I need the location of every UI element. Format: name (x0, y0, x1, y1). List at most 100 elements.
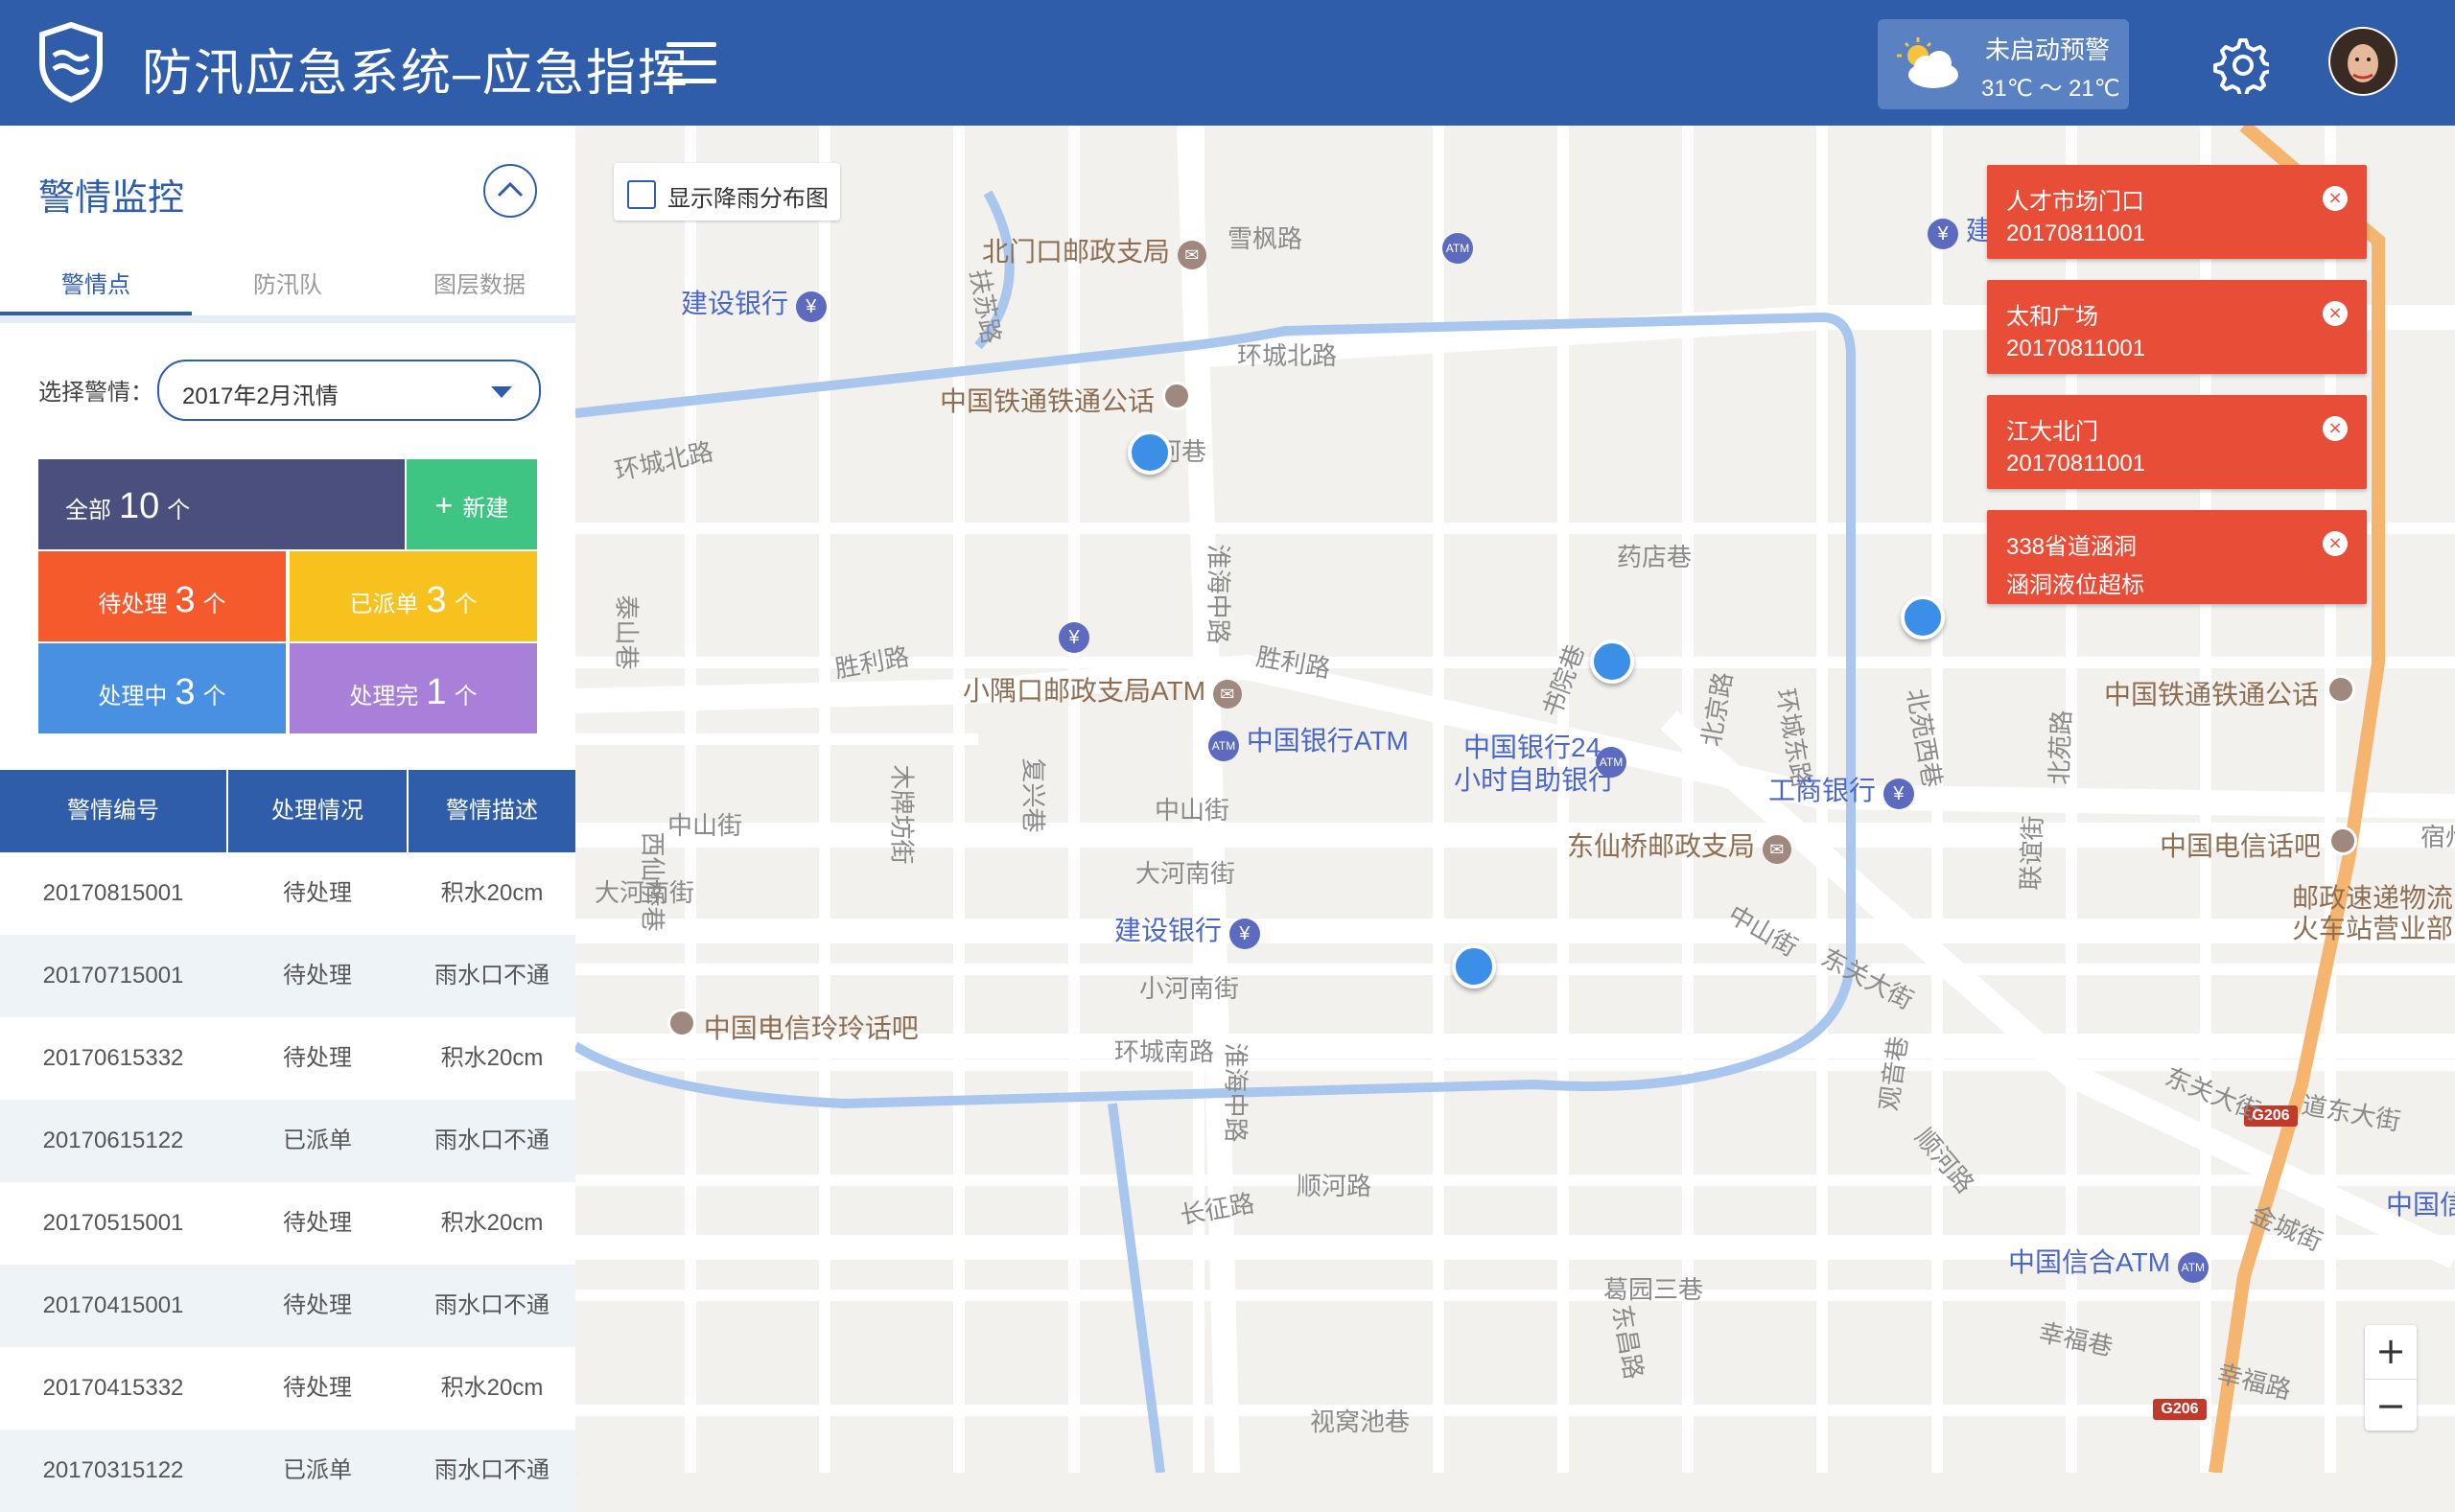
app-title: 防汛应急系统–应急指挥 (142, 46, 690, 102)
poi-post-office[interactable]: 东仙桥邮政支局 ✉ (1567, 826, 1791, 864)
collapse-button[interactable] (483, 164, 537, 218)
column-header[interactable]: 警情编号 (0, 770, 228, 852)
stat-unit: 个 (454, 684, 478, 709)
new-button[interactable]: + 新建 (407, 459, 537, 549)
alert-marker[interactable] (1128, 430, 1172, 475)
road-label: 泰山巷 (612, 594, 642, 670)
event-select[interactable]: 2017年2月汛情 (157, 360, 541, 421)
event-select-value: 2017年2月汛情 (182, 384, 339, 409)
alert-title: 人才市场门口 (2006, 189, 2144, 215)
poi-phone[interactable]: 中国铁通铁通公话 (2104, 674, 2355, 712)
status-cell: 待处理 (283, 1045, 352, 1071)
alert-card[interactable]: 江大北门 20170811001 × (1987, 395, 2367, 489)
close-icon[interactable]: × (2323, 416, 2348, 441)
table-row[interactable]: 20170615122 已派单 雨水口不通 (0, 1100, 575, 1182)
stat-pending[interactable]: 待处理 3 个 (38, 551, 286, 641)
poi-post-office[interactable]: 北门口邮政支局 ✉ (982, 231, 1206, 269)
description-cell: 雨水口不通 (434, 1292, 549, 1318)
table-row[interactable]: 20170615332 待处理 积水20cm (0, 1017, 575, 1100)
road-label: 西仙桥巷 (638, 831, 667, 932)
weather-widget[interactable]: 未启动预警 31℃ ～ 21℃ (1878, 19, 2129, 109)
column-header[interactable]: 处理情况 (228, 770, 409, 852)
table-row[interactable]: 20170415001 待处理 雨水口不通 (0, 1265, 575, 1347)
table-row[interactable]: 20170715001 待处理 雨水口不通 (0, 935, 575, 1017)
highway-shield-label: G206 (2252, 1107, 2290, 1124)
close-icon[interactable]: × (2323, 531, 2348, 556)
user-avatar[interactable] (2328, 27, 2397, 96)
highway-shield-label: G206 (2161, 1401, 2199, 1417)
poi-atm[interactable]: ATM 中国银行ATM (1208, 720, 1409, 761)
table-row[interactable]: 20170515001 待处理 积水20cm (0, 1182, 575, 1265)
panel-title: 警情监控 (38, 178, 185, 219)
poi-bank[interactable]: 建设银行 ¥ (681, 283, 827, 322)
poi-bank[interactable]: 工商银行 ¥ (1768, 770, 1914, 809)
mail-icon: ✉ (1762, 835, 1791, 864)
alert-card[interactable]: 太和广场 20170811001 × (1987, 280, 2367, 374)
stat-done[interactable]: 处理完 1 个 (290, 643, 537, 733)
alert-detail: 20170811001 (2006, 221, 2146, 246)
table-header: 警情编号 处理情况 警情描述 (0, 770, 575, 852)
caret-down-icon (491, 386, 512, 398)
table-row[interactable]: 20170415332 待处理 积水20cm (0, 1347, 575, 1430)
rain-toggle-label: 显示降雨分布图 (667, 186, 829, 212)
poi-label: 火车站营业部 (2292, 914, 2454, 943)
stat-processing[interactable]: 处理中 3 个 (38, 643, 286, 733)
alert-card[interactable]: 人才市场门口 20170811001 × (1987, 165, 2367, 259)
close-icon[interactable]: × (2323, 186, 2348, 211)
poi-atm[interactable]: 中国银行24 小时自助银行 (1454, 732, 1615, 797)
road-label: 淮海中路 (1204, 544, 1233, 644)
stat-count: 10 (119, 486, 160, 526)
road-label: 北苑路 (2045, 709, 2076, 786)
stat-count: 3 (175, 580, 196, 620)
table-row[interactable]: 20170315122 已派单 雨水口不通 (0, 1430, 575, 1512)
gear-icon[interactable] (2211, 36, 2269, 94)
alert-card[interactable]: 338省道涵洞 涵洞液位超标 × (1987, 510, 2367, 604)
alert-title: 太和广场 (2006, 304, 2098, 330)
poi-atm[interactable]: 中国信合ATM ATM (2008, 1242, 2209, 1283)
status-cell: 待处理 (283, 1375, 352, 1401)
tab-alert-points[interactable]: 警情点 (0, 266, 192, 299)
alert-id-cell: 20170415001 (42, 1292, 184, 1318)
checkbox[interactable] (627, 180, 656, 209)
alert-marker[interactable] (1590, 640, 1634, 684)
poi-post-office-atm[interactable]: 小隅口邮政支局ATM ✉ (963, 670, 1242, 709)
poi-bank[interactable]: 建设银行 ¥ (1114, 910, 1260, 949)
phone-icon (1161, 382, 1191, 410)
stat-all[interactable]: 全部 10 个 (38, 459, 405, 549)
yuan-icon: ¥ (795, 291, 827, 322)
rain-distribution-toggle[interactable]: 显示降雨分布图 (614, 163, 840, 221)
atm-icon: ATM (1208, 731, 1239, 761)
alert-marker[interactable] (1901, 595, 1945, 640)
close-icon[interactable]: × (2323, 301, 2348, 326)
poi-phone[interactable]: 中国铁通铁通公话 (940, 381, 1191, 419)
divider (0, 315, 575, 323)
poi-phone[interactable]: 中国电信玲玲话吧 (667, 1008, 919, 1046)
alert-monitor-panel: 警情监控 警情点 防汛队 图层数据 选择警情： 2017年2月汛情 全部 10 个 … (0, 126, 575, 1512)
poi-phone[interactable]: 中国电信话吧 (2160, 826, 2357, 864)
table-row[interactable]: 20170815001 待处理 积水20cm (0, 852, 575, 935)
yuan-icon: ¥ (1059, 622, 1089, 653)
alert-marker[interactable] (1452, 944, 1496, 989)
stat-dispatched[interactable]: 已派单 3 个 (290, 551, 537, 641)
zoom-out-button[interactable]: − (2365, 1379, 2417, 1431)
zoom-in-button[interactable]: + (2365, 1325, 2417, 1377)
yuan-icon: ¥ (1928, 219, 1958, 249)
atm-icon: ATM (1596, 747, 1626, 778)
description-cell: 积水20cm (440, 1045, 544, 1071)
road-label: 大河南街 (1135, 859, 1236, 888)
road-label: 视窝池巷 (1310, 1407, 1411, 1436)
alert-id-cell: 20170515001 (42, 1210, 184, 1236)
poi-express[interactable]: 邮政速递物流 火车站营业部 (2292, 883, 2453, 944)
stat-label: 处理完 (349, 684, 419, 709)
hamburger-menu-icon[interactable] (666, 42, 716, 84)
stat-unit: 个 (202, 592, 226, 617)
column-header[interactable]: 警情描述 (409, 770, 575, 852)
plus-icon: + (434, 488, 454, 523)
zoom-control: + − (2365, 1325, 2417, 1431)
alert-id-cell: 20170615122 (42, 1128, 184, 1153)
alert-id-cell: 20170315122 (42, 1457, 184, 1483)
alert-detail: 20170811001 (2006, 336, 2146, 361)
tab-layer-data[interactable]: 图层数据 (384, 266, 575, 299)
tab-flood-teams[interactable]: 防汛队 (192, 266, 384, 299)
alert-title: 江大北门 (2006, 419, 2098, 445)
